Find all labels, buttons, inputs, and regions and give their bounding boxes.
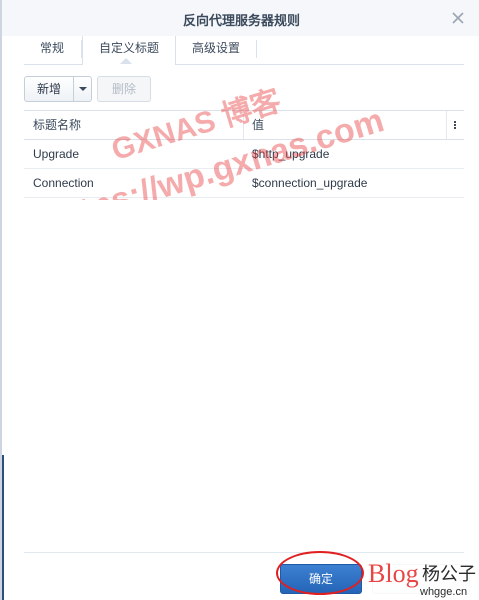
table-row[interactable]: Upgrade $http_upgrade <box>24 140 464 169</box>
add-split-button: 新增 <box>24 76 92 102</box>
tab-advanced-settings[interactable]: 高级设置 <box>176 36 256 63</box>
background-window-edge <box>2 455 4 600</box>
column-header-name[interactable]: 标题名称 <box>33 111 81 139</box>
add-dropdown-button[interactable] <box>73 77 92 101</box>
dialog-titlebar: 反向代理服务器规则 <box>2 0 479 36</box>
column-header-value[interactable]: 值 <box>252 111 264 139</box>
table-header: 标题名称 值 <box>24 110 464 140</box>
close-button[interactable] <box>449 9 467 27</box>
chevron-down-icon <box>79 87 87 91</box>
add-button[interactable]: 新增 <box>25 77 73 101</box>
header-name-cell: Connection <box>33 176 94 190</box>
active-tab-indicator <box>120 58 132 64</box>
table-row[interactable]: Connection $connection_upgrade <box>24 169 464 198</box>
cancel-button[interactable] <box>372 564 470 594</box>
tab-divider <box>256 40 257 58</box>
dialog-window: 反向代理服务器规则 常规 自定义标题 高级设置 新增 删除 标题名称 值 Upg… <box>0 0 479 600</box>
dialog-title: 反向代理服务器规则 <box>182 13 300 28</box>
header-name-cell: Upgrade <box>33 147 80 161</box>
toolbar: 新增 删除 <box>24 76 464 102</box>
tab-general[interactable]: 常规 <box>24 36 80 63</box>
ok-button[interactable]: 确定 <box>280 564 362 594</box>
header-rules-table: 标题名称 值 Upgrade $http_upgrade Connection … <box>24 110 464 198</box>
column-menu-button[interactable] <box>446 111 464 139</box>
header-value-cell: $http_upgrade <box>252 147 330 161</box>
tab-bar: 常规 自定义标题 高级设置 <box>24 36 464 65</box>
delete-button[interactable]: 删除 <box>97 76 151 102</box>
footer-divider <box>24 552 464 553</box>
header-value-cell: $connection_upgrade <box>252 176 368 190</box>
column-divider[interactable] <box>243 111 244 139</box>
close-icon <box>452 12 464 24</box>
